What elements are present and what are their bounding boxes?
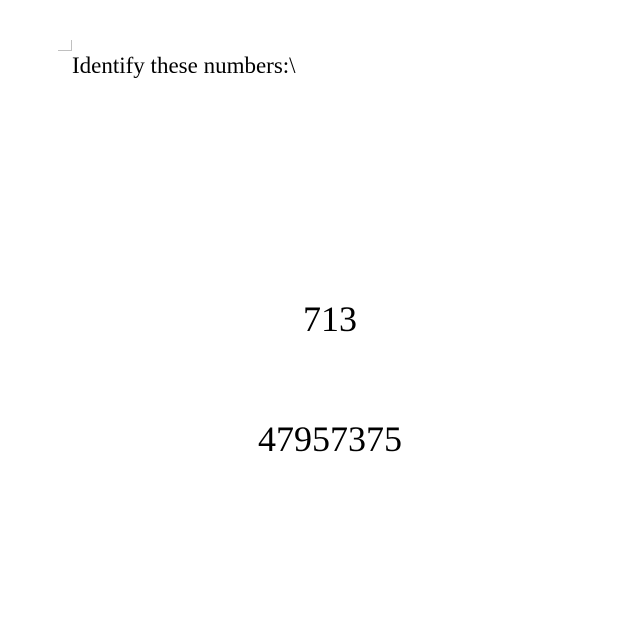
prompt-text: Identify these numbers:\ <box>72 53 296 78</box>
document-page: Identify these numbers:\ 713 47957375 <box>0 0 635 635</box>
text-boundary-corner-marker <box>58 40 72 51</box>
number-line-1: 713 <box>303 299 357 339</box>
number-line-2: 47957375 <box>258 419 402 459</box>
